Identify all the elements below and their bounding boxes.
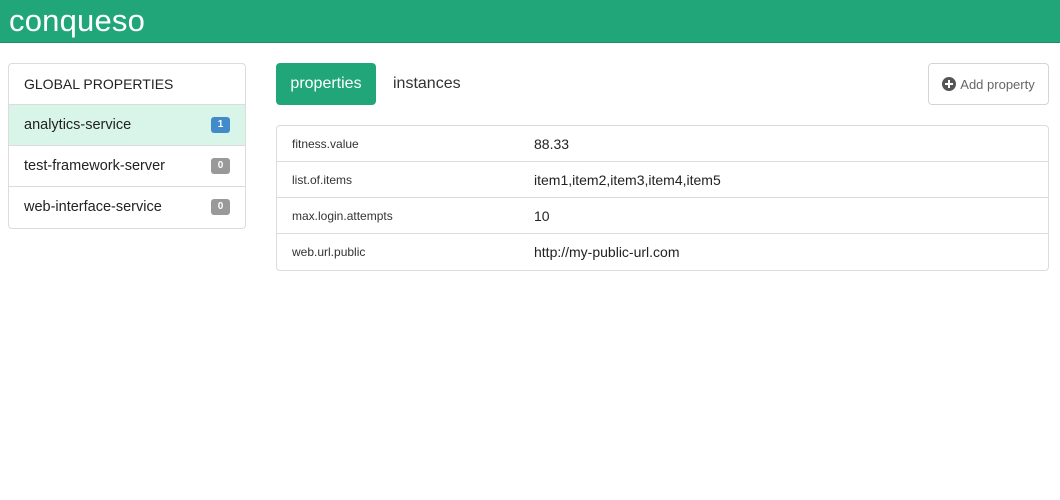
top-navbar: conqueso [0,0,1060,43]
property-row[interactable]: web.url.public http://my-public-url.com [277,234,1048,270]
add-property-label: Add property [960,76,1035,92]
sidebar-item-label: analytics-service [24,117,132,133]
properties-table: fitness.value 88.33 list.of.items item1,… [276,125,1049,271]
property-key: max.login.attempts [292,208,393,223]
property-row[interactable]: list.of.items item1,item2,item3,item4,it… [277,162,1048,198]
sidebar-heading[interactable]: GLOBAL PROPERTIES [9,64,245,105]
count-badge: 1 [211,117,230,133]
app-title[interactable]: conqueso [9,2,145,40]
add-property-button[interactable]: Add property [928,63,1049,105]
count-badge: 0 [211,158,230,174]
property-row[interactable]: fitness.value 88.33 [277,126,1048,162]
sidebar-item-web-interface-service[interactable]: web-interface-service 0 [9,187,245,228]
tab-instances[interactable]: instances [378,63,476,105]
sidebar-item-label: test-framework-server [24,158,165,174]
plus-circle-icon [942,77,957,91]
property-value[interactable]: 88.33 [534,136,1048,152]
sidebar-item-test-framework-server[interactable]: test-framework-server 0 [9,146,245,187]
property-key: list.of.items [292,172,353,187]
property-value[interactable]: http://my-public-url.com [534,244,1048,260]
sidebar-item-label: web-interface-service [24,199,162,215]
global-properties-panel: GLOBAL PROPERTIES analytics-service 1 te… [8,63,246,229]
property-key: fitness.value [292,136,359,151]
count-badge: 0 [211,199,230,215]
tab-properties[interactable]: properties [276,63,376,105]
property-value[interactable]: item1,item2,item3,item4,item5 [534,172,1048,188]
sidebar-item-analytics-service[interactable]: analytics-service 1 [9,105,245,146]
property-key: web.url.public [292,245,366,259]
property-value[interactable]: 10 [534,208,1048,224]
property-row[interactable]: max.login.attempts 10 [277,198,1048,234]
